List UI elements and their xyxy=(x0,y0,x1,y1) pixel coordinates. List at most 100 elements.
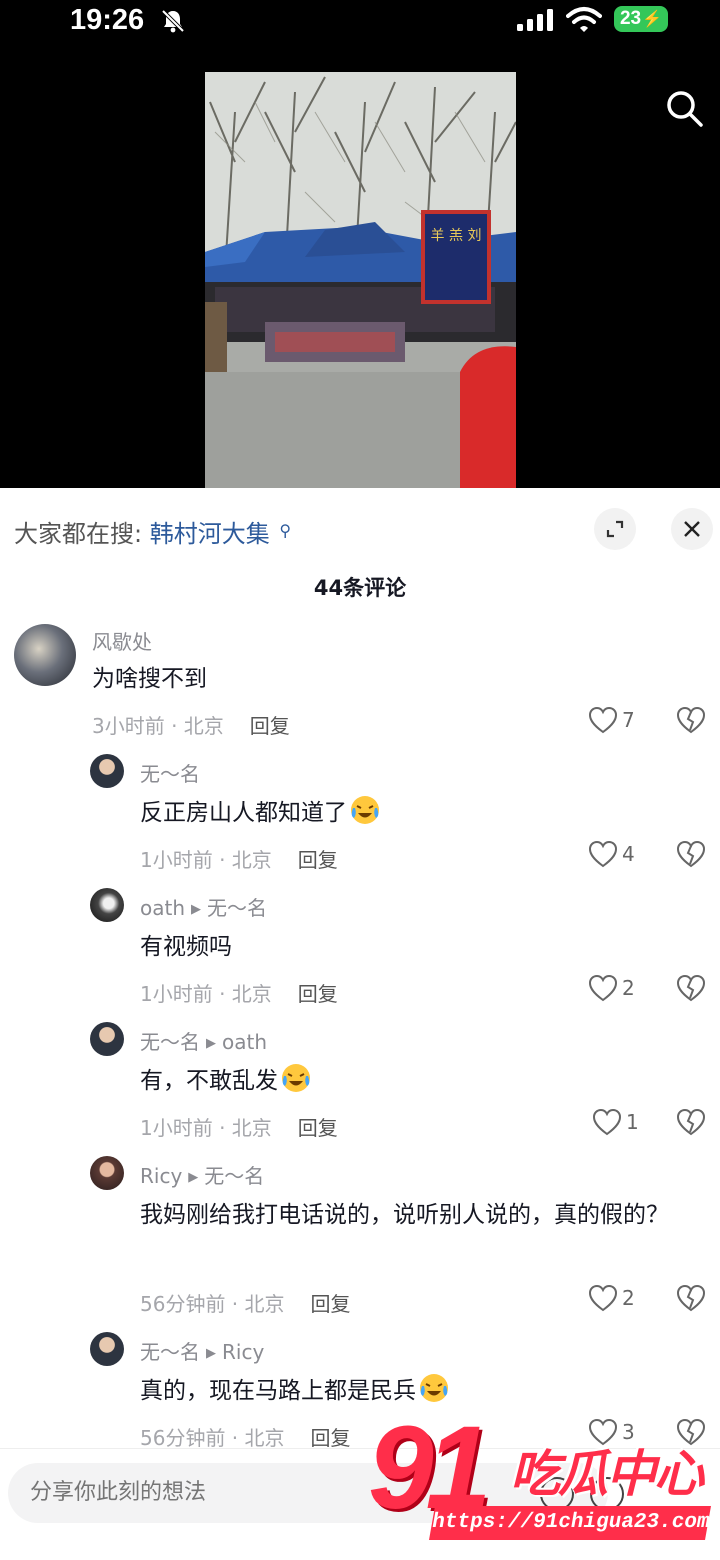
wifi-icon xyxy=(566,7,602,32)
heart-icon xyxy=(588,974,618,1002)
battery-indicator: 23 ⚡ xyxy=(614,6,668,32)
comment-meta: 1小时前 · 北京 回复 xyxy=(140,844,338,873)
watermark-title: 吃瓜中心 xyxy=(510,1445,704,1503)
battery-charging-icon: ⚡ xyxy=(642,11,663,28)
comment-time-location: 1小时前 · 北京 xyxy=(140,982,272,1006)
hot-search-prefix: 大家都在搜: xyxy=(14,520,143,548)
heart-icon xyxy=(588,706,618,734)
broken-heart-icon[interactable] xyxy=(676,706,706,734)
comment-author[interactable]: 无～名 ▶ oath xyxy=(140,1026,267,1055)
comment-text: 有视频吗 xyxy=(140,926,685,968)
broken-heart-icon[interactable] xyxy=(676,1108,706,1136)
laughing-crying-emoji-icon xyxy=(351,796,379,824)
comment-meta: 3小时前 · 北京 回复 xyxy=(92,710,290,739)
comment-text: 为啥搜不到 xyxy=(92,658,637,700)
banner-sign-text: 羊 羔 刘 xyxy=(431,228,482,244)
comment-count: 44条评论 xyxy=(313,576,407,600)
broken-heart-icon[interactable] xyxy=(676,974,706,1002)
like-count: 1 xyxy=(626,1110,639,1134)
like-count: 2 xyxy=(622,976,635,1000)
comment-author[interactable]: 风歇处 xyxy=(92,626,152,655)
reply-arrow-icon: ▶ xyxy=(206,1036,216,1051)
avatar[interactable] xyxy=(90,888,124,922)
search-icon[interactable] xyxy=(664,88,704,128)
reply-to-name[interactable]: 无～名 xyxy=(204,1164,264,1188)
expand-button[interactable] xyxy=(594,508,636,550)
comment-meta: 1小时前 · 北京 回复 xyxy=(140,1112,338,1141)
market-scene-image: 羊 羔 刘 xyxy=(205,72,516,488)
broken-heart-icon[interactable] xyxy=(676,1284,706,1312)
like-button[interactable]: 2 xyxy=(588,974,635,1002)
comment-author[interactable]: 无～名 xyxy=(140,758,200,787)
reply-to-name[interactable]: 无～名 xyxy=(207,896,267,920)
avatar[interactable] xyxy=(14,624,76,686)
comment-time-location: 56分钟前 · 北京 xyxy=(140,1292,285,1316)
reply-arrow-icon: ▶ xyxy=(188,1170,199,1185)
heart-icon xyxy=(588,840,618,868)
like-button[interactable]: 2 xyxy=(588,1284,635,1312)
battery-level: 23 xyxy=(619,8,642,29)
author-name: 无～名 xyxy=(140,1030,200,1054)
close-button[interactable] xyxy=(671,508,713,550)
expand-icon xyxy=(606,520,624,538)
like-count: 4 xyxy=(622,842,635,866)
author-name: oath xyxy=(140,896,186,920)
like-button[interactable]: 1 xyxy=(592,1108,639,1136)
author-name: Ricy xyxy=(140,1164,183,1188)
like-count: 2 xyxy=(622,1286,635,1310)
like-button[interactable]: 4 xyxy=(588,840,635,868)
avatar[interactable] xyxy=(90,1022,124,1056)
comment-time-location: 56分钟前 · 北京 xyxy=(140,1426,285,1450)
comment-body: 我妈刚给我打电话说的，说听别人说的，真的假的？ xyxy=(140,1202,669,1228)
author-name: 风歇处 xyxy=(92,630,152,654)
comment-text: 反正房山人都知道了 xyxy=(140,792,685,834)
hot-search-bar: 大家都在搜: 韩村河大集 ⚲ xyxy=(14,514,291,549)
reply-arrow-icon: ▶ xyxy=(206,1346,216,1361)
comment-meta: 56分钟前 · 北京 回复 xyxy=(140,1422,351,1451)
comment-text: 有，不敢乱发 xyxy=(140,1060,685,1102)
video-frame: 羊 羔 刘 xyxy=(205,72,516,488)
search-small-icon[interactable]: ⚲ xyxy=(279,521,291,540)
avatar[interactable] xyxy=(90,754,124,788)
comment-meta: 56分钟前 · 北京 回复 xyxy=(140,1288,351,1317)
watermark: 91 吃瓜中心 https://91chigua23.com xyxy=(362,1402,712,1554)
reply-button[interactable]: 回复 xyxy=(311,1426,351,1450)
broken-heart-icon[interactable] xyxy=(676,840,706,868)
laughing-crying-emoji-icon xyxy=(282,1064,310,1092)
like-count: 7 xyxy=(622,708,635,732)
like-button[interactable]: 7 xyxy=(588,706,635,734)
signal-icon xyxy=(517,9,553,31)
comment-body: 为啥搜不到 xyxy=(92,666,207,692)
heart-icon xyxy=(592,1108,622,1136)
comment-author[interactable]: oath ▶ 无～名 xyxy=(140,892,267,921)
reply-button[interactable]: 回复 xyxy=(298,1116,338,1140)
reply-button[interactable]: 回复 xyxy=(298,982,338,1006)
reply-button[interactable]: 回复 xyxy=(311,1292,351,1316)
comment-meta: 1小时前 · 北京 回复 xyxy=(140,978,338,1007)
avatar[interactable] xyxy=(90,1156,124,1190)
avatar[interactable] xyxy=(90,1332,124,1366)
reply-to-name[interactable]: Ricy xyxy=(222,1340,264,1364)
author-name: 无～名 xyxy=(140,762,200,786)
comment-time-location: 3小时前 · 北京 xyxy=(92,714,224,738)
heart-icon xyxy=(588,1284,618,1312)
status-time: 19:26 xyxy=(70,4,145,36)
comment-time-location: 1小时前 · 北京 xyxy=(140,848,272,872)
bell-off-icon xyxy=(161,9,185,33)
comment-text: 我妈刚给我打电话说的，说听别人说的，真的假的？ xyxy=(140,1194,685,1236)
comment-author[interactable]: Ricy ▶ 无～名 xyxy=(140,1160,264,1189)
hot-search-keyword-link[interactable]: 韩村河大集 xyxy=(150,520,270,548)
comment-body: 有视频吗 xyxy=(140,934,232,960)
close-icon xyxy=(684,521,700,537)
reply-button[interactable]: 回复 xyxy=(298,848,338,872)
comment-time-location: 1小时前 · 北京 xyxy=(140,1116,272,1140)
reply-arrow-icon: ▶ xyxy=(191,902,202,917)
reply-button[interactable]: 回复 xyxy=(250,714,290,738)
watermark-url: https://91chigua23.com xyxy=(429,1506,711,1540)
reply-to-name[interactable]: oath xyxy=(222,1030,267,1054)
comment-body: 反正房山人都知道了 xyxy=(140,800,347,826)
author-name: 无～名 xyxy=(140,1340,200,1364)
comment-author[interactable]: 无～名 ▶ Ricy xyxy=(140,1336,264,1365)
comment-body: 有，不敢乱发 xyxy=(140,1068,278,1094)
video-player[interactable]: 19:26 23 ⚡ 羊 羔 刘 xyxy=(0,0,720,488)
